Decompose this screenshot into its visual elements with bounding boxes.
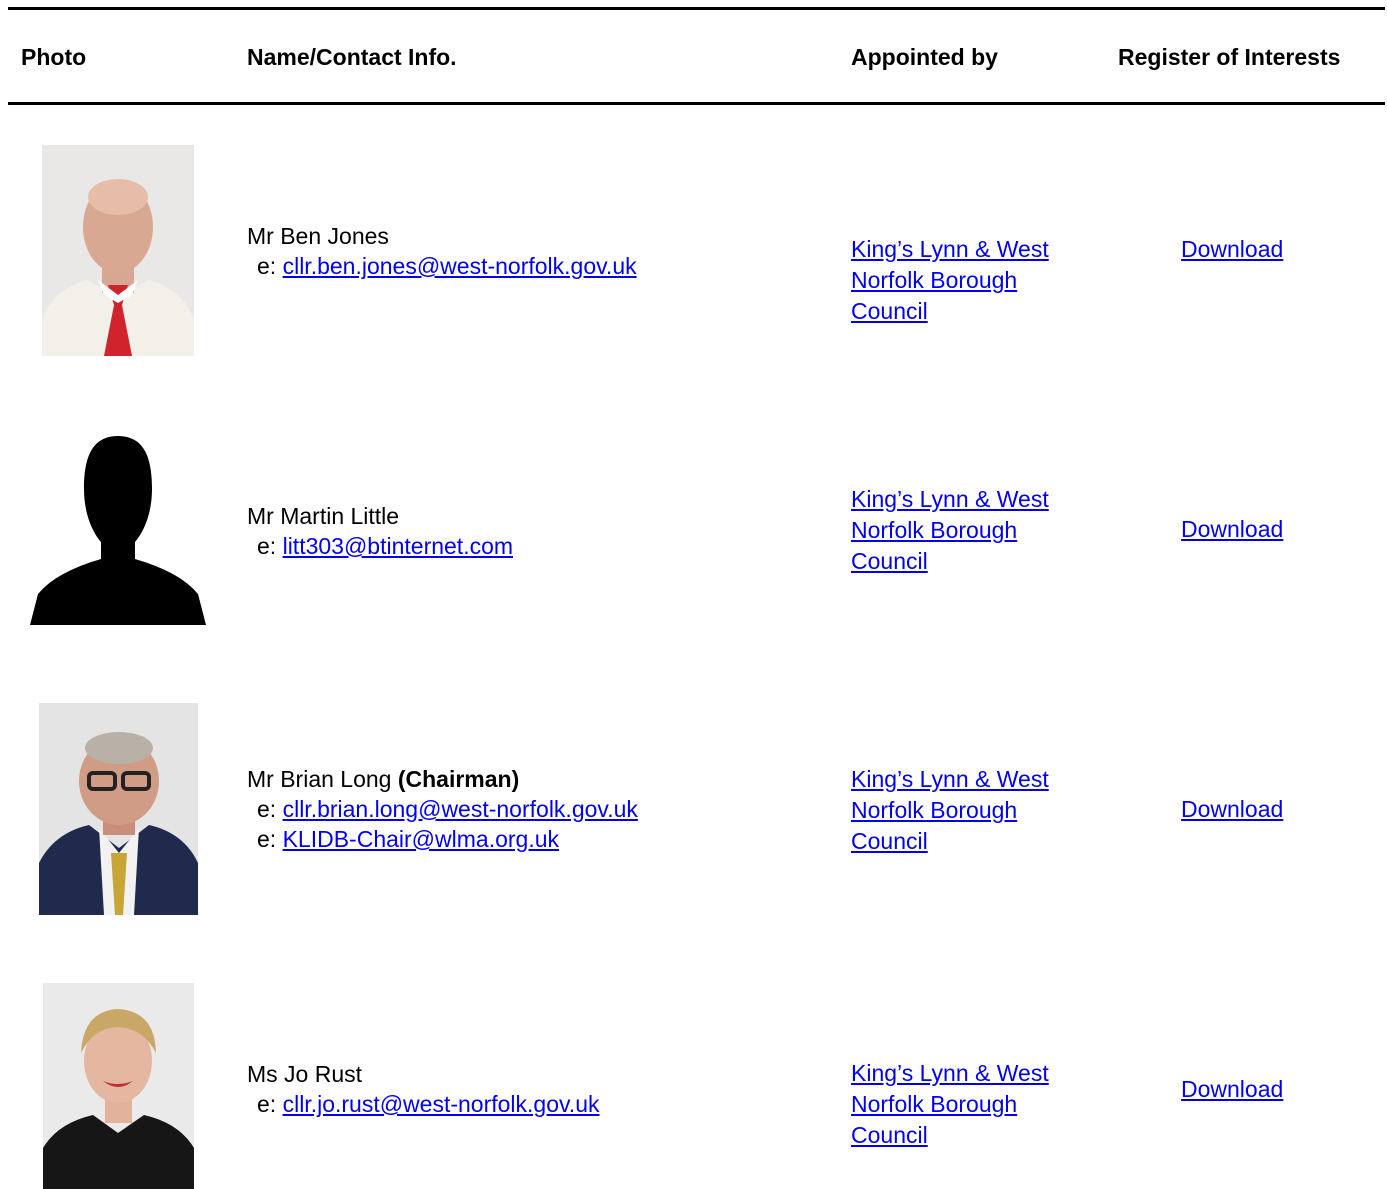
column-header-appointed: Appointed by	[851, 44, 998, 70]
member-email-line: e: cllr.brian.long@west-norfolk.gov.uk	[257, 796, 638, 822]
member-email-link[interactable]: cllr.brian.long@west-norfolk.gov.uk	[283, 796, 638, 822]
register-download-ben-jones[interactable]: Download	[1181, 234, 1283, 264]
portrait-photo-icon	[42, 145, 194, 356]
member-email-line: e: cllr.ben.jones@west-norfolk.gov.uk	[257, 253, 637, 279]
appointed-by-link-martin-little[interactable]: King’s Lynn & West Norfolk Borough Counc…	[851, 484, 1101, 577]
appointed-by-link[interactable]: King’s Lynn & West Norfolk Borough Counc…	[851, 764, 1101, 857]
appointed-by-link-brian-long[interactable]: King’s Lynn & West Norfolk Borough Counc…	[851, 764, 1101, 857]
column-header-register: Register of Interests	[1118, 44, 1341, 70]
download-link[interactable]: Download	[1181, 1076, 1283, 1102]
member-contact-jo-rust: Ms Jo Rust e: cllr.jo.rust@west-norfolk.…	[247, 1059, 600, 1119]
download-link[interactable]: Download	[1181, 796, 1283, 822]
member-email-link[interactable]: cllr.jo.rust@west-norfolk.gov.uk	[283, 1091, 600, 1117]
member-name: Mr Ben Jones	[247, 223, 389, 249]
member-contact-brian-long: Mr Brian Long (Chairman) e: cllr.brian.l…	[247, 764, 638, 854]
member-contact-martin-little: Mr Martin Little e: litt303@btinternet.c…	[247, 501, 513, 561]
member-email-link[interactable]: litt303@btinternet.com	[283, 533, 513, 559]
member-email-link[interactable]: cllr.ben.jones@west-norfolk.gov.uk	[283, 253, 637, 279]
portrait-photo-icon	[39, 703, 198, 915]
portrait-photo-icon	[43, 983, 194, 1189]
member-photo-brian-long	[39, 703, 198, 915]
member-role: (Chairman)	[397, 766, 520, 792]
member-email-line: e: KLIDB-Chair@wlma.org.uk	[257, 826, 560, 852]
member-email-line: e: litt303@btinternet.com	[257, 533, 514, 559]
silhouette-placeholder-icon	[30, 436, 206, 625]
download-link[interactable]: Download	[1181, 516, 1283, 542]
member-name: Mr Brian Long (Chairman)	[247, 766, 520, 792]
member-photo-ben-jones	[42, 145, 194, 356]
member-contact-ben-jones: Mr Ben Jones e: cllr.ben.jones@west-norf…	[247, 221, 637, 281]
register-download-jo-rust[interactable]: Download	[1181, 1074, 1283, 1104]
member-photo-martin-little	[30, 434, 206, 625]
column-header-photo: Photo	[21, 44, 87, 70]
appointed-by-link-jo-rust[interactable]: King’s Lynn & West Norfolk Borough Counc…	[851, 1058, 1101, 1151]
member-name: Ms Jo Rust	[247, 1061, 363, 1087]
column-header-name: Name/Contact Info.	[247, 44, 457, 70]
member-name: Mr Martin Little	[247, 503, 400, 529]
appointed-by-link[interactable]: King’s Lynn & West Norfolk Borough Counc…	[851, 234, 1101, 327]
register-download-brian-long[interactable]: Download	[1181, 794, 1283, 824]
header-top-rule	[8, 7, 1385, 10]
appointed-by-link-ben-jones[interactable]: King’s Lynn & West Norfolk Borough Counc…	[851, 234, 1101, 327]
register-download-martin-little[interactable]: Download	[1181, 514, 1283, 544]
header-bottom-rule	[8, 102, 1385, 105]
download-link[interactable]: Download	[1181, 236, 1283, 262]
member-email-link-secondary[interactable]: KLIDB-Chair@wlma.org.uk	[283, 826, 559, 852]
member-email-line: e: cllr.jo.rust@west-norfolk.gov.uk	[257, 1091, 600, 1117]
appointed-by-link[interactable]: King’s Lynn & West Norfolk Borough Counc…	[851, 1058, 1101, 1151]
member-photo-jo-rust	[43, 983, 194, 1189]
appointed-by-link[interactable]: King’s Lynn & West Norfolk Borough Counc…	[851, 484, 1101, 577]
